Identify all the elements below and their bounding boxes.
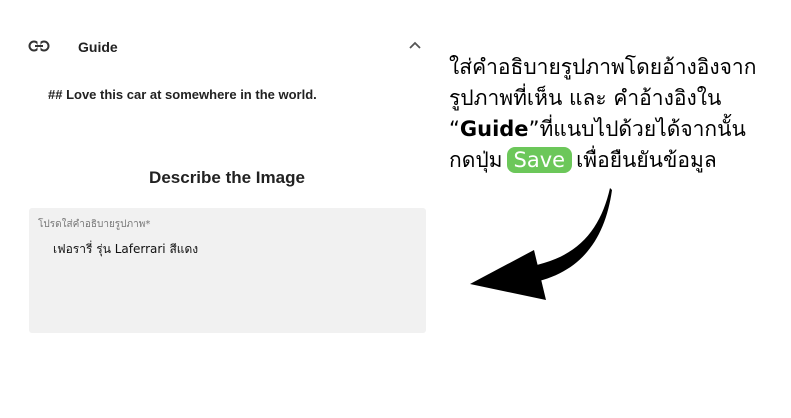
curved-arrow-icon [470, 188, 612, 300]
